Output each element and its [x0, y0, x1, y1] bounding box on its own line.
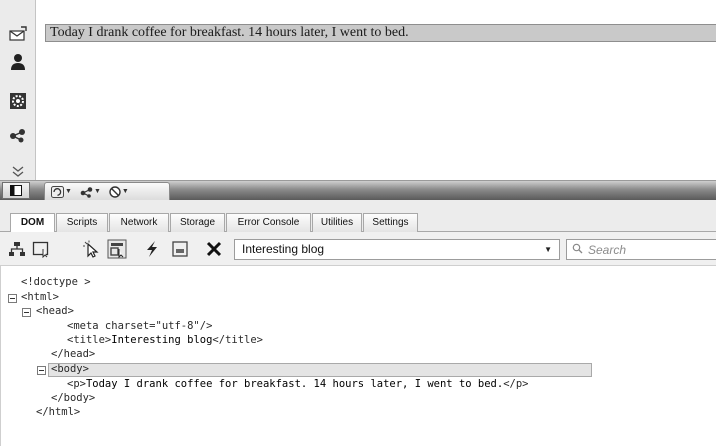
- window-icon[interactable]: [169, 238, 191, 260]
- tab-dom[interactable]: DOM: [10, 213, 55, 233]
- chevron-down-icon: ▼: [544, 245, 552, 254]
- dom-meta[interactable]: <meta charset="utf-8"/>: [67, 320, 212, 333]
- dom-title-close: </title>: [212, 334, 263, 346]
- highlight-icon[interactable]: [106, 238, 128, 260]
- debug-dropdown-icon[interactable]: ▼: [109, 185, 129, 198]
- dom-body-close[interactable]: </body>: [51, 392, 95, 405]
- dom-title-text: Interesting blog: [111, 334, 213, 346]
- dom-paragraph[interactable]: <p>Today I drank coffee for breakfast. 1…: [67, 378, 529, 391]
- selected-node-highlight: [48, 363, 592, 377]
- dragonfly-tools-group: ▼ ▼ ▼: [44, 182, 170, 200]
- tab-network[interactable]: Network: [109, 213, 169, 232]
- unite-icon[interactable]: [7, 124, 29, 146]
- web-page-content: Today I drank coffee for breakfast. 14 h…: [37, 0, 716, 180]
- dom-p-open: <p>: [67, 378, 86, 390]
- collapse-toggle-html[interactable]: [8, 294, 17, 303]
- dock-icon[interactable]: [2, 182, 30, 199]
- dom-body-open[interactable]: <body>: [51, 363, 89, 376]
- page-paragraph[interactable]: Today I drank coffee for breakfast. 14 h…: [45, 24, 716, 42]
- document-select[interactable]: Interesting blog ▼: [234, 239, 560, 260]
- close-x-icon[interactable]: [203, 238, 225, 260]
- left-panel: [0, 0, 36, 180]
- dom-toolbar: Interesting blog ▼: [0, 232, 716, 266]
- dom-p-text: Today I drank coffee for breakfast. 14 h…: [85, 378, 504, 390]
- dom-tree-view: <!doctype > <html> <head> <meta charset=…: [0, 266, 716, 446]
- tab-utilities[interactable]: Utilities: [312, 213, 362, 232]
- reload-icon[interactable]: ▼: [51, 185, 72, 198]
- select-frame-icon[interactable]: [30, 238, 52, 260]
- gear-icon[interactable]: [7, 90, 29, 112]
- tab-settings[interactable]: Settings: [363, 213, 418, 232]
- lightning-icon[interactable]: [141, 238, 163, 260]
- tab-error-console[interactable]: Error Console: [226, 213, 311, 232]
- dom-title[interactable]: <title>Interesting blog</title>: [67, 334, 263, 347]
- dragonfly-bar: ▼ ▼ ▼: [0, 180, 716, 200]
- search-input[interactable]: [588, 242, 708, 257]
- person-icon[interactable]: [7, 51, 29, 73]
- dom-html-open[interactable]: <html>: [21, 291, 59, 304]
- dom-head-close[interactable]: </head>: [51, 348, 95, 361]
- tab-storage[interactable]: Storage: [170, 213, 225, 232]
- dom-doctype[interactable]: <!doctype >: [21, 276, 91, 289]
- tree-icon[interactable]: [6, 238, 28, 260]
- dom-title-open: <title>: [67, 334, 112, 346]
- search-box[interactable]: [566, 239, 716, 260]
- dom-html-close[interactable]: </html>: [36, 406, 80, 419]
- collapse-toggle-body[interactable]: [37, 366, 46, 375]
- tab-scripts[interactable]: Scripts: [56, 213, 108, 232]
- chevron-double-down-icon[interactable]: [7, 160, 29, 182]
- collapse-toggle-head[interactable]: [22, 308, 31, 317]
- mail-icon[interactable]: [7, 23, 29, 45]
- unite-dropdown-icon[interactable]: ▼: [80, 186, 101, 198]
- tab-strip: DOM Scripts Network Storage Error Consol…: [0, 200, 716, 233]
- pick-element-icon[interactable]: [80, 238, 102, 260]
- dom-p-close: </p>: [503, 378, 529, 390]
- search-icon: [572, 241, 583, 259]
- dom-head-open[interactable]: <head>: [36, 305, 74, 318]
- document-select-value: Interesting blog: [242, 242, 325, 256]
